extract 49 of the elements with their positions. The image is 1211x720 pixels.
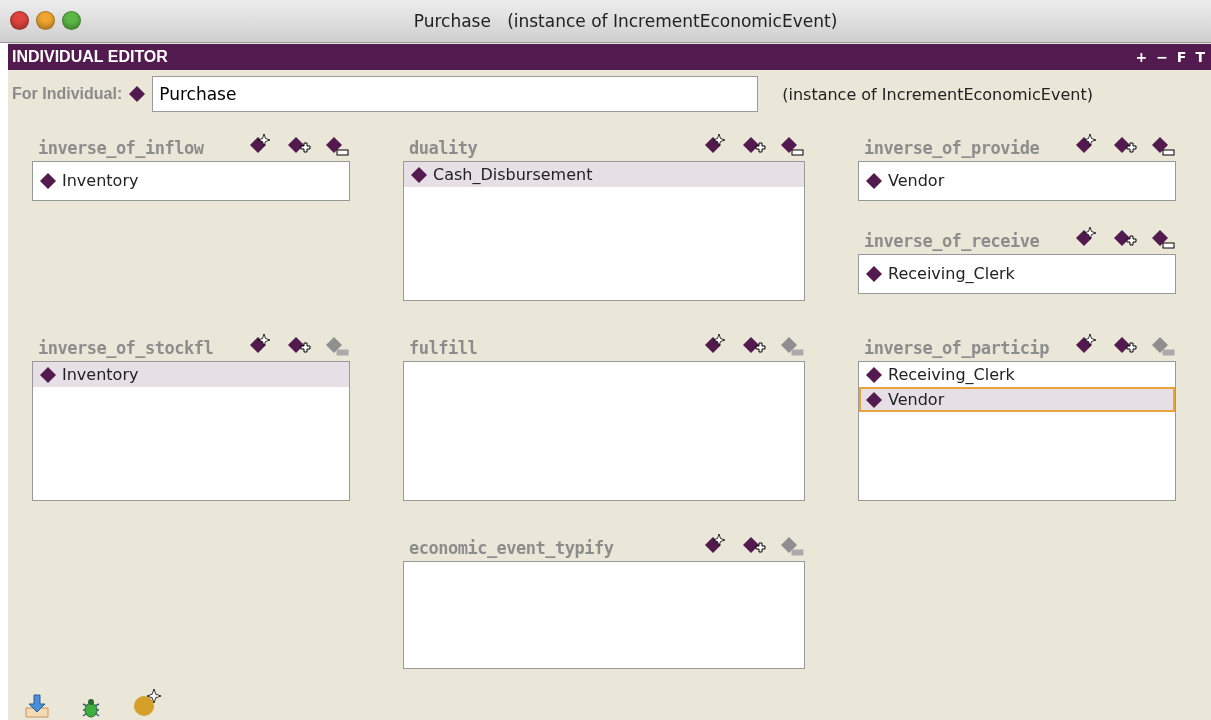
header-button[interactable]: + xyxy=(1135,49,1148,65)
diamond-icon xyxy=(865,390,883,409)
minimize-button[interactable] xyxy=(36,11,55,30)
slot-label: economic_event_typify xyxy=(409,538,614,558)
diamond-minus-icon[interactable] xyxy=(779,134,805,158)
slot-label: duality xyxy=(409,138,478,158)
slot-label: inverse_of_stockfl xyxy=(38,338,214,358)
header-button[interactable]: T xyxy=(1195,49,1205,65)
individual-field[interactable]: Purchase xyxy=(152,76,759,112)
list-item[interactable]: Cash_Disbursement xyxy=(404,162,804,187)
zoom-button[interactable] xyxy=(62,11,81,30)
slot-label: inverse_of_particip xyxy=(864,338,1049,358)
window-title: Purchase (instance of IncrementEconomicEvent) xyxy=(412,11,838,31)
slot-label: inverse_of_inflow xyxy=(38,138,204,158)
diamond-minus-icon[interactable] xyxy=(1150,227,1176,251)
slot-label: fulfill xyxy=(409,338,478,358)
close-button[interactable] xyxy=(10,11,29,30)
list-item[interactable]: Vendor xyxy=(859,168,1175,193)
type-note: (instance of IncrementEconomicEvent) xyxy=(782,84,1093,104)
item-label: Receiving_Clerk xyxy=(888,264,1015,283)
list-item[interactable]: Vendor xyxy=(859,387,1175,412)
circle-star-icon[interactable] xyxy=(132,688,162,718)
individual-label: For Individual: xyxy=(12,85,123,103)
list-item[interactable]: Receiving_Clerk xyxy=(859,261,1175,286)
slot-label: inverse_of_receive xyxy=(864,231,1040,251)
item-label: Inventory xyxy=(62,171,139,190)
diamond-icon xyxy=(865,264,883,283)
diamond-icon xyxy=(410,165,428,184)
item-label: Inventory xyxy=(62,365,139,384)
diamond-minus-icon[interactable] xyxy=(1150,134,1176,158)
list-item[interactable]: Inventory xyxy=(33,362,349,387)
editor-title: INDIVIDUAL EDITOR xyxy=(12,48,168,66)
list-item[interactable]: Receiving_Clerk xyxy=(859,362,1175,387)
list-item[interactable]: Inventory xyxy=(33,168,349,193)
diamond-icon xyxy=(865,365,883,384)
header-button[interactable]: F xyxy=(1176,49,1187,65)
download-icon[interactable] xyxy=(24,694,50,718)
item-label: Vendor xyxy=(888,171,945,190)
diamond-icon xyxy=(865,171,883,190)
diamond-minus-icon[interactable] xyxy=(324,134,350,158)
bug-icon[interactable] xyxy=(80,696,102,718)
header-button[interactable]: − xyxy=(1156,49,1168,65)
diamond-icon xyxy=(39,171,57,190)
slot-label: inverse_of_provide xyxy=(864,138,1040,158)
diamond-icon xyxy=(39,365,57,384)
item-label: Vendor xyxy=(888,390,945,409)
item-label: Cash_Disbursement xyxy=(433,165,593,184)
item-label: Receiving_Clerk xyxy=(888,365,1015,384)
diamond-icon xyxy=(128,85,147,103)
